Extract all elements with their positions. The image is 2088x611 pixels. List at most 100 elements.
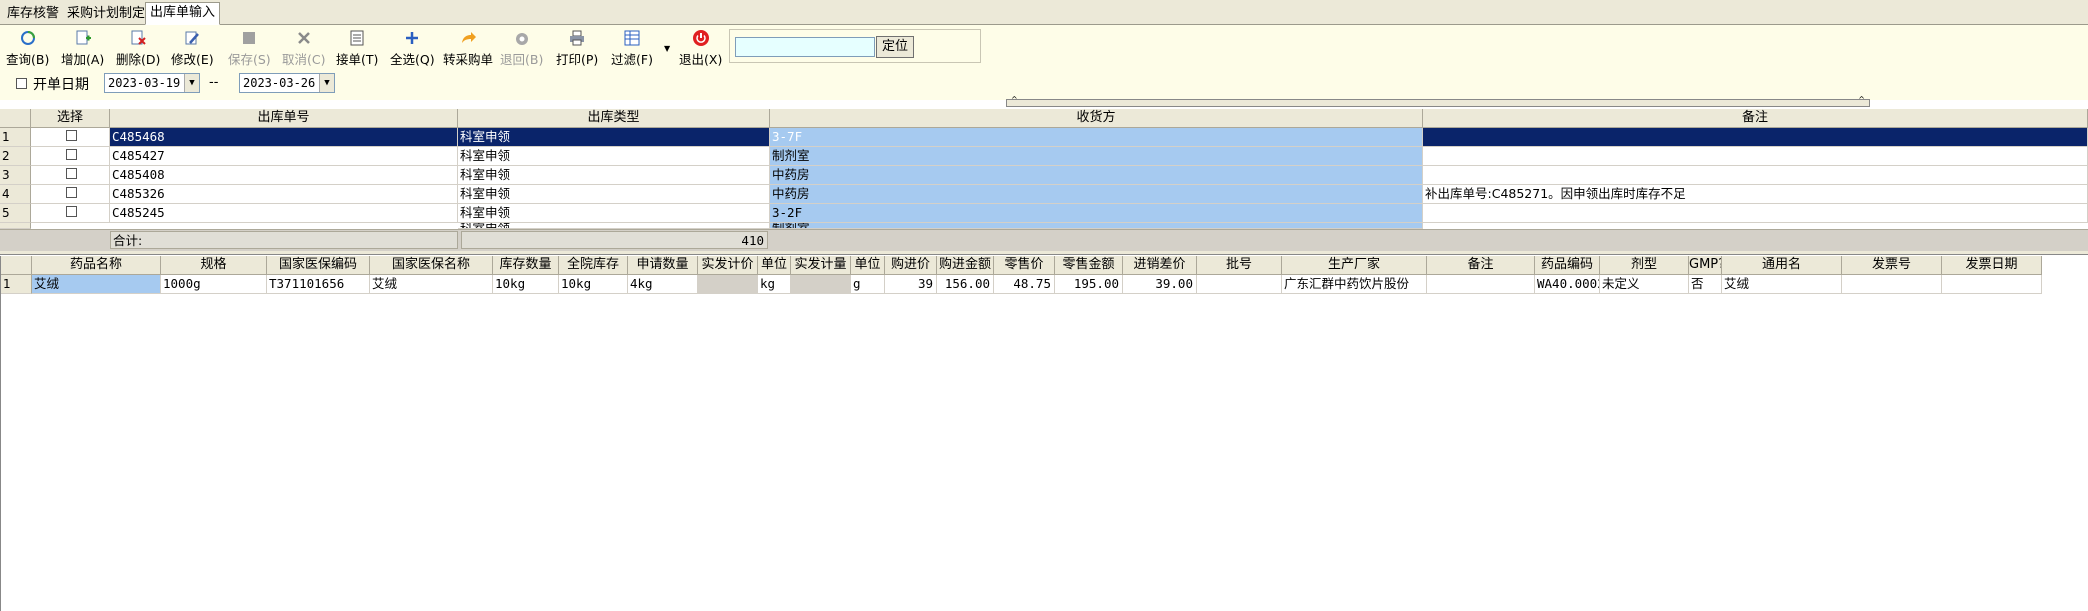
purchase-price-cell[interactable]: 39 (885, 275, 937, 294)
invoice-date-cell[interactable] (1942, 275, 2042, 294)
order-no-cell[interactable]: C485245 (110, 204, 458, 223)
col-header-margin[interactable]: 进销差价 (1123, 256, 1197, 275)
spec-cell[interactable]: 1000g (161, 275, 267, 294)
col-header-batch-no[interactable]: 批号 (1197, 256, 1282, 275)
actual-price-unit-cell[interactable] (698, 275, 758, 294)
tab-outbound-entry[interactable]: 出库单输入 (145, 2, 221, 25)
row-number[interactable]: 2 (0, 147, 31, 166)
take-order-button[interactable]: 接单(T) (336, 29, 378, 68)
type-cell[interactable]: 科室申领 (458, 204, 770, 223)
stock-qty-cell[interactable]: 10kg (493, 275, 559, 294)
col-header-purchase-price[interactable]: 购进价 (885, 256, 937, 275)
col-header-order-no[interactable]: 出库单号 (110, 109, 458, 128)
col-header-drug-code[interactable]: 药品编码 (1535, 256, 1600, 275)
col-header-retail-price[interactable]: 零售价 (994, 256, 1055, 275)
note-cell[interactable] (1423, 166, 2088, 185)
col-header-insurance-code[interactable]: 国家医保编码 (267, 256, 370, 275)
row-number[interactable]: 1 (1, 275, 32, 294)
col-header-purchase-amount[interactable]: 购进金额 (937, 256, 994, 275)
col-header-drug-name[interactable]: 药品名称 (32, 256, 161, 275)
batch-no-cell[interactable] (1197, 275, 1282, 294)
save-button[interactable]: 保存(S) (228, 29, 271, 68)
col-header-stock-qty[interactable]: 库存数量 (493, 256, 559, 275)
filter-button[interactable]: 过滤(F) (611, 29, 653, 68)
tab-purchase-plan[interactable]: 采购计划制定 (62, 3, 150, 25)
manufacturer-cell[interactable]: 广东汇群中药饮片股份 (1282, 275, 1427, 294)
col-header-retail-amount[interactable]: 零售金额 (1055, 256, 1123, 275)
drug-code-cell[interactable]: WA40.00022 (1535, 275, 1600, 294)
select-checkbox[interactable] (65, 187, 77, 198)
select-checkbox[interactable] (65, 206, 77, 217)
type-cell[interactable]: 科室申领 (458, 147, 770, 166)
col-header-note[interactable]: 备注 (1427, 256, 1535, 275)
unit2-cell[interactable]: g (851, 275, 885, 294)
select-all-button[interactable]: 全选(Q) (390, 29, 435, 68)
cancel-button[interactable]: 取消(C) (282, 29, 325, 68)
query-button[interactable]: 查询(B) (6, 29, 49, 68)
note-cell[interactable] (1427, 275, 1535, 294)
row-checkbox-cell[interactable] (31, 128, 110, 147)
row-number[interactable]: 4 (0, 185, 31, 204)
print-button[interactable]: 打印(P) (556, 29, 598, 68)
locate-button[interactable]: 定位 (876, 36, 914, 58)
modify-button[interactable]: 修改(E) (171, 29, 214, 68)
margin-cell[interactable]: 39.00 (1123, 275, 1197, 294)
receiver-cell[interactable]: 3-7F (770, 128, 1423, 147)
col-header-select[interactable]: 选择 (31, 109, 110, 128)
note-cell[interactable] (1423, 204, 2088, 223)
date-from-select[interactable]: 2023-03-19 ▼ (104, 73, 200, 93)
col-header-spec[interactable]: 规格 (161, 256, 267, 275)
note-cell[interactable] (1423, 147, 2088, 166)
col-header-actual-measure[interactable]: 实发计量 (791, 256, 851, 275)
col-header-insurance-name[interactable]: 国家医保名称 (370, 256, 493, 275)
receiver-cell[interactable]: 制剂室 (770, 147, 1423, 166)
exit-button[interactable]: 退出(X) (679, 29, 722, 68)
row-number[interactable]: 1 (0, 128, 31, 147)
row-checkbox-cell[interactable] (31, 204, 110, 223)
note-cell[interactable]: 补出库单号:C485271。因申领出库时库存不足 (1423, 185, 2088, 204)
unit-cell[interactable]: kg (758, 275, 791, 294)
request-qty-cell[interactable]: 4kg (628, 275, 698, 294)
receiver-cell[interactable]: 中药房 (770, 166, 1423, 185)
col-header-request-qty[interactable]: 申请数量 (628, 256, 698, 275)
col-header-note[interactable]: 备注 (1423, 109, 2088, 128)
col-header-invoice-no[interactable]: 发票号 (1842, 256, 1942, 275)
type-cell[interactable]: 科室申领 (458, 166, 770, 185)
row-number[interactable]: 5 (0, 204, 31, 223)
date-to-select[interactable]: 2023-03-26 ▼ (239, 73, 335, 93)
row-checkbox-cell[interactable] (31, 147, 110, 166)
invoice-no-cell[interactable] (1842, 275, 1942, 294)
to-purchase-button[interactable]: 转采购单 (443, 29, 493, 68)
col-header-hospital-stock[interactable]: 全院库存 (559, 256, 628, 275)
receiver-cell[interactable]: 中药房 (770, 185, 1423, 204)
select-checkbox[interactable] (65, 130, 77, 141)
col-header-invoice-date[interactable]: 发票日期 (1942, 256, 2042, 275)
row-checkbox-cell[interactable] (31, 185, 110, 204)
filter-dropdown-arrow[interactable]: ▼ (664, 39, 670, 54)
row-checkbox-cell[interactable] (31, 166, 110, 185)
col-header-dosage-form[interactable]: 剂型 (1600, 256, 1689, 275)
col-header-unit2[interactable]: 单位 (851, 256, 885, 275)
insurance-name-cell[interactable]: 艾绒 (370, 275, 493, 294)
purchase-amount-cell[interactable]: 156.00 (937, 275, 994, 294)
add-button[interactable]: 增加(A) (61, 29, 104, 68)
note-cell[interactable] (1423, 128, 2088, 147)
col-header-actual-price-unit[interactable]: 实发计价 (698, 256, 758, 275)
return-button[interactable]: 退回(B) (500, 29, 543, 68)
receiver-cell[interactable]: 3-2F (770, 204, 1423, 223)
order-no-cell[interactable]: C485427 (110, 147, 458, 166)
hospital-stock-cell[interactable]: 10kg (559, 275, 628, 294)
dosage-form-cell[interactable]: 未定义 (1600, 275, 1689, 294)
actual-measure-cell[interactable] (791, 275, 851, 294)
open-date-checkbox[interactable] (16, 78, 27, 89)
col-header-gmp[interactable]: GMP? (1689, 256, 1722, 275)
generic-name-cell[interactable]: 艾绒 (1722, 275, 1842, 294)
order-no-cell[interactable]: C485326 (110, 185, 458, 204)
col-header-type[interactable]: 出库类型 (458, 109, 770, 128)
order-no-cell[interactable]: C485408 (110, 166, 458, 185)
row-number[interactable]: 3 (0, 166, 31, 185)
tab-inventory-alert[interactable]: 库存核警 (2, 3, 64, 25)
col-header-unit[interactable]: 单位 (758, 256, 791, 275)
order-no-cell[interactable]: C485468 (110, 128, 458, 147)
insurance-code-cell[interactable]: T371101656 (267, 275, 370, 294)
